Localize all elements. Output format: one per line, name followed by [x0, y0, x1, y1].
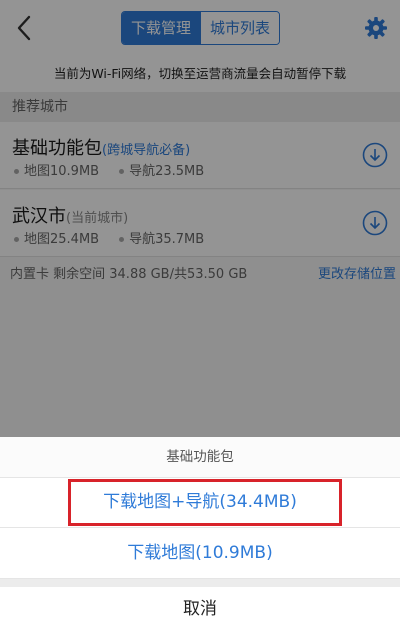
sheet-divider	[0, 579, 400, 587]
highlight-box	[68, 479, 342, 526]
action-sheet: 基础功能包 下载地图+导航(34.4MB) 下载地图(10.9MB) 取消	[0, 437, 400, 626]
action-sheet-title: 基础功能包	[0, 437, 400, 478]
download-map-button[interactable]: 下载地图(10.9MB)	[0, 528, 400, 579]
cancel-button[interactable]: 取消	[0, 587, 400, 626]
